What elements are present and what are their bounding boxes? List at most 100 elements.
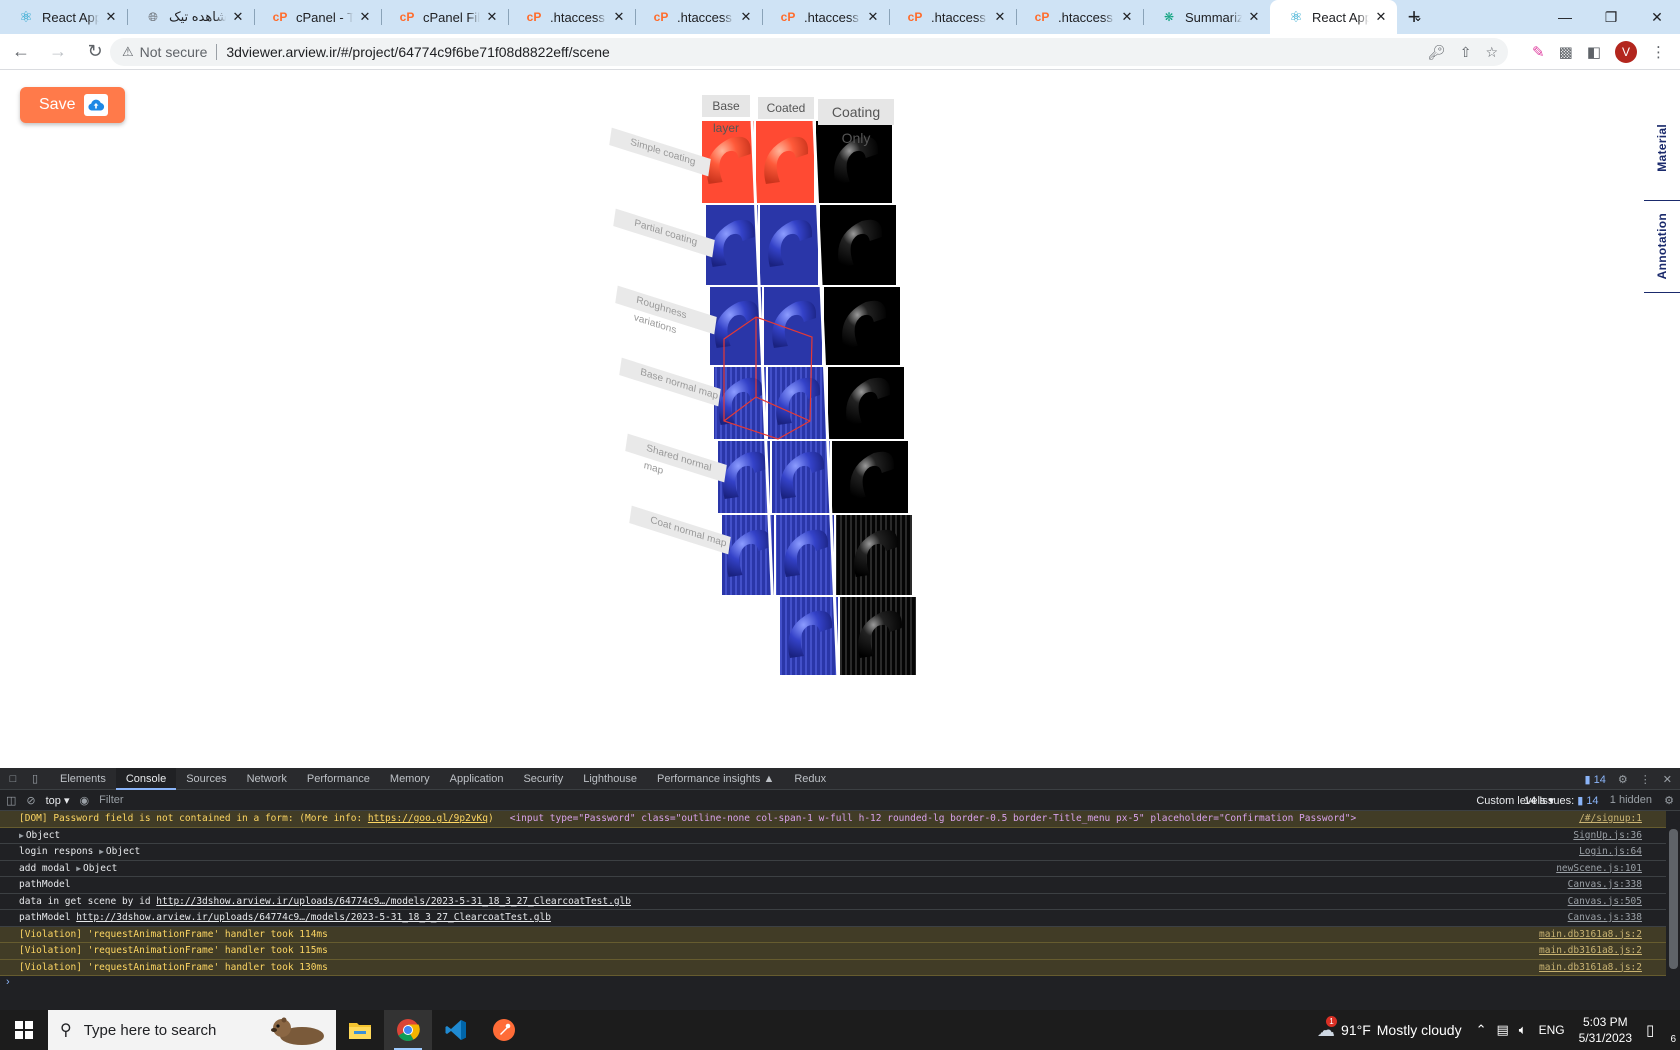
url-text[interactable]: 3dviewer.arview.ir/#/project/64774c9f6be… — [226, 44, 609, 60]
console-link[interactable]: http://3dshow.arview.ir/uploads/64774c9…… — [76, 912, 551, 923]
close-tab-icon[interactable]: ✕ — [1373, 9, 1389, 25]
password-key-icon[interactable]: 🔑︎ — [1428, 44, 1446, 61]
console-object[interactable]: Object — [106, 846, 140, 857]
close-window-icon[interactable]: ✕ — [1634, 0, 1680, 34]
console-source-link[interactable]: main.db3161a8.js:2 — [1539, 927, 1642, 943]
tab-annotation[interactable]: Annotation — [1644, 201, 1680, 293]
devtools-tab-console[interactable]: Console — [115, 767, 177, 790]
settings-gear-icon[interactable]: ⚙ — [1618, 773, 1628, 786]
notification-center-icon[interactable]: ▯ 6 — [1646, 1021, 1676, 1045]
color-picker-extension-icon[interactable]: ✎ — [1532, 43, 1545, 61]
profile-avatar[interactable]: V — [1615, 41, 1637, 63]
clear-console-icon[interactable]: ⊘ — [26, 794, 35, 807]
close-tab-icon[interactable]: ✕ — [738, 9, 754, 25]
message-count-badge[interactable]: ▮ 14 — [1585, 773, 1606, 786]
console-source-link[interactable]: newScene.js:101 — [1556, 861, 1642, 877]
console-html-snippet[interactable]: <input type="Password" class="outline-no… — [510, 813, 1356, 824]
eye-icon[interactable]: ◉ — [80, 794, 90, 807]
console-source-link[interactable]: main.db3161a8.js:2 — [1539, 960, 1642, 976]
speaker-muted-icon[interactable]: 🔈︎ — [1519, 1022, 1527, 1038]
tab-material[interactable]: Material — [1644, 96, 1680, 201]
file-explorer-icon[interactable] — [336, 1010, 384, 1050]
vscode-icon[interactable] — [432, 1010, 480, 1050]
close-tab-icon[interactable]: ✕ — [992, 9, 1008, 25]
console-prompt[interactable]: › — [0, 976, 1680, 992]
close-devtools-icon[interactable]: ✕ — [1663, 773, 1672, 786]
sidebar-toggle-icon[interactable]: ◫ — [6, 794, 16, 807]
postman-icon[interactable] — [480, 1010, 528, 1050]
close-tab-icon[interactable]: ✕ — [357, 9, 373, 25]
console-settings-icon[interactable]: ⚙ — [1664, 794, 1674, 807]
browser-tab[interactable]: cP .htaccess - c✕ — [1016, 0, 1143, 34]
console-link[interactable]: https://goo.gl/9p2vKq — [368, 813, 488, 824]
close-tab-icon[interactable]: ✕ — [484, 9, 500, 25]
close-tab-icon[interactable]: ✕ — [230, 9, 246, 25]
console-source-link[interactable]: /#/signup:1 — [1579, 811, 1642, 827]
close-tab-icon[interactable]: ✕ — [611, 9, 627, 25]
extensions-puzzle-icon[interactable]: ▩ — [1559, 43, 1573, 61]
console-source-link[interactable]: Canvas.js:505 — [1568, 894, 1642, 910]
console-object[interactable]: Object — [26, 830, 60, 841]
browser-tab[interactable]: cP .htaccess - c✕ — [635, 0, 762, 34]
context-selector[interactable]: top ▾ — [46, 794, 70, 807]
expand-triangle-icon[interactable]: ▶ — [99, 847, 104, 856]
console-object[interactable]: Object — [83, 863, 117, 874]
devtools-tab-redux[interactable]: Redux — [784, 768, 836, 790]
devtools-tab-sources[interactable]: Sources — [176, 768, 236, 790]
share-icon[interactable]: ⇧ — [1460, 44, 1472, 61]
browser-tab[interactable]: ⚛ React App ✕ — [0, 0, 127, 34]
console-link[interactable]: http://3dshow.arview.ir/uploads/64774c9…… — [156, 896, 631, 907]
save-button[interactable]: Save — [20, 87, 125, 123]
browser-tab[interactable]: cP .htaccess - c✕ — [889, 0, 1016, 34]
taskbar-search[interactable]: ⚲ — [48, 1010, 336, 1050]
browser-tab[interactable]: ⚛ React App ✕ — [1270, 0, 1397, 34]
issues-button[interactable]: 14 Issues: ▮ 14 — [1524, 794, 1599, 807]
devtools-tab-performance[interactable]: Performance — [297, 768, 380, 790]
close-tab-icon[interactable]: ✕ — [865, 9, 881, 25]
language-indicator[interactable]: ENG — [1539, 1023, 1565, 1037]
devtools-tab-lighthouse[interactable]: Lighthouse — [573, 768, 647, 790]
devtools-menu-icon[interactable]: ⋮ — [1640, 773, 1651, 786]
chrome-icon[interactable] — [384, 1010, 432, 1050]
address-bar[interactable]: ⚠ Not secure 3dviewer.arview.ir/#/projec… — [110, 38, 1508, 66]
restore-icon[interactable]: ❐ — [1588, 0, 1634, 34]
console-scrollbar[interactable] — [1666, 811, 1680, 1010]
back-icon[interactable]: ← — [5, 36, 37, 68]
browser-tab[interactable]: cP .htaccess - c✕ — [508, 0, 635, 34]
bookmark-star-icon[interactable]: ☆ — [1485, 44, 1498, 61]
console-filter-input[interactable] — [99, 791, 1300, 809]
expand-triangle-icon[interactable]: ▶ — [19, 831, 24, 840]
reload-icon[interactable]: ↻ — [79, 36, 111, 68]
side-panel-icon[interactable]: ◧ — [1587, 43, 1601, 61]
devtools-tab-security[interactable]: Security — [513, 768, 573, 790]
browser-tab[interactable]: cP .htaccess - c✕ — [762, 0, 889, 34]
windows-start-icon[interactable] — [0, 1010, 48, 1050]
tab-search-icon[interactable]: ⌄ — [1404, 0, 1432, 34]
devtools-tab-memory[interactable]: Memory — [380, 768, 440, 790]
weather-widget[interactable]: ☁ 1 91°F Mostly cloudy — [1317, 1015, 1462, 1041]
devtools-tab-application[interactable]: Application — [440, 768, 514, 790]
devtools-tab-network[interactable]: Network — [237, 768, 297, 790]
devtools-tab-elements[interactable]: Elements — [50, 768, 116, 790]
console-source-link[interactable]: SignUp.js:36 — [1573, 828, 1642, 844]
not-secure-warning-icon[interactable]: ⚠ — [122, 44, 134, 60]
taskbar-search-input[interactable] — [83, 1021, 244, 1039]
forward-icon[interactable]: → — [42, 36, 74, 68]
browser-tab[interactable]: ❋ Summarize✕ — [1143, 0, 1270, 34]
device-toolbar-icon[interactable]: ▯ — [26, 772, 44, 785]
close-tab-icon[interactable]: ✕ — [103, 9, 119, 25]
network-icon[interactable]: ▤ — [1496, 1022, 1508, 1038]
browser-tab[interactable]: cP cPanel File M✕ — [381, 0, 508, 34]
minimize-icon[interactable]: — — [1542, 0, 1588, 34]
chrome-menu-icon[interactable]: ⋮ — [1651, 43, 1666, 61]
security-label[interactable]: Not secure — [140, 44, 208, 60]
console-source-link[interactable]: Login.js:64 — [1579, 844, 1642, 860]
close-tab-icon[interactable]: ✕ — [1246, 9, 1262, 25]
close-tab-icon[interactable]: ✕ — [1119, 9, 1135, 25]
devtools-tab-performance-insights[interactable]: Performance insights ▲ — [647, 768, 784, 790]
browser-tab[interactable]: cP cPanel - Too✕ — [254, 0, 381, 34]
console-source-link[interactable]: main.db3161a8.js:2 — [1539, 943, 1642, 959]
console-source-link[interactable]: Canvas.js:338 — [1568, 877, 1642, 893]
inspect-element-icon[interactable]: □ — [4, 773, 22, 785]
3d-canvas[interactable]: Base layer Coated Coating Only Simple coat… — [609, 91, 980, 691]
